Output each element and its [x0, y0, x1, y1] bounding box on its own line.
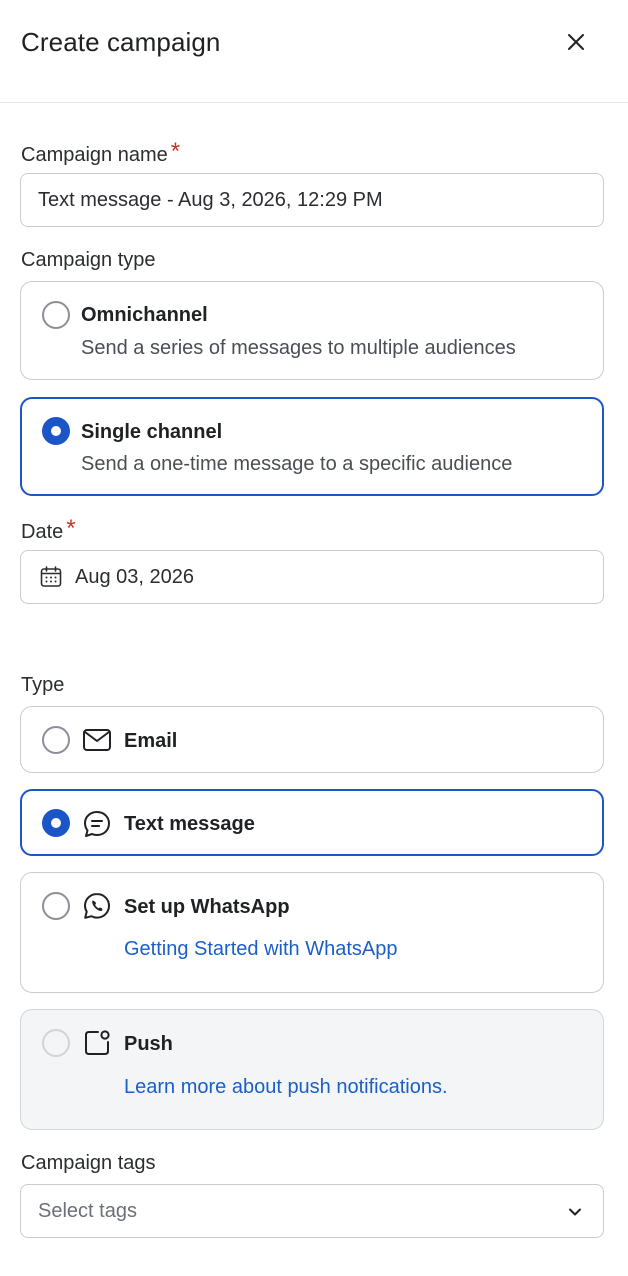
chevron-down-icon: [569, 1208, 581, 1216]
campaign-type-option-single-channel[interactable]: Single channel Send a one-time message t…: [20, 397, 604, 496]
campaign-tags-placeholder: Select tags: [38, 1199, 137, 1222]
date-picker-input[interactable]: Aug 03, 2026: [20, 550, 604, 604]
whatsapp-icon: [84, 893, 110, 919]
single-channel-description: Send a one-time message to a specific au…: [81, 453, 513, 475]
close-icon: [568, 34, 584, 50]
required-marker: *: [66, 515, 76, 542]
type-option-whatsapp[interactable]: Set up WhatsApp Getting Started with Wha…: [20, 872, 604, 993]
required-marker: *: [170, 138, 181, 165]
type-label: Type: [21, 674, 65, 696]
omnichannel-title: Omnichannel: [81, 304, 208, 326]
type-option-text-message[interactable]: Text message: [20, 789, 604, 856]
campaign-tags-select[interactable]: Select tags: [20, 1184, 604, 1238]
close-button[interactable]: [560, 26, 592, 58]
single-channel-radio[interactable]: [42, 417, 70, 445]
push-title: Push: [124, 1033, 173, 1055]
whatsapp-title: Set up WhatsApp: [124, 896, 290, 918]
dialog-header: Create campaign: [0, 0, 628, 103]
push-learn-more-link[interactable]: Learn more about push notifications.: [124, 1076, 448, 1099]
omnichannel-radio[interactable]: [42, 301, 70, 329]
campaign-name-label: Campaign name *: [21, 138, 181, 168]
campaign-name-value: Text message - Aug 3, 2026, 12:29 PM: [38, 188, 383, 211]
omnichannel-description: Send a series of messages to multiple au…: [81, 337, 516, 359]
campaign-type-option-omnichannel[interactable]: Omnichannel Send a series of messages to…: [20, 281, 604, 380]
date-label-text: Date: [21, 521, 64, 543]
whatsapp-getting-started-link[interactable]: Getting Started with WhatsApp: [124, 938, 397, 961]
push-notification-icon: [85, 1030, 110, 1055]
calendar-icon: [40, 566, 62, 587]
campaign-tags-label: Campaign tags: [21, 1152, 156, 1174]
campaign-name-label-text: Campaign name: [21, 144, 168, 166]
whatsapp-radio[interactable]: [42, 892, 70, 920]
type-option-email[interactable]: Email: [20, 706, 604, 773]
email-title: Email: [124, 730, 178, 752]
campaign-name-input[interactable]: Text message - Aug 3, 2026, 12:29 PM: [20, 173, 604, 227]
campaign-type-label: Campaign type: [21, 249, 156, 271]
chat-bubble-icon: [84, 811, 110, 837]
text-message-radio[interactable]: [42, 809, 70, 837]
date-label: Date *: [21, 515, 76, 545]
text-message-title: Text message: [124, 813, 255, 835]
mail-icon: [83, 729, 111, 751]
single-channel-title: Single channel: [81, 421, 223, 443]
email-radio[interactable]: [42, 726, 70, 754]
type-option-push[interactable]: Push Learn more about push notifications…: [20, 1009, 604, 1130]
page-title: Create campaign: [21, 27, 221, 57]
date-value: Aug 03, 2026: [75, 565, 194, 588]
push-radio[interactable]: [42, 1029, 70, 1057]
